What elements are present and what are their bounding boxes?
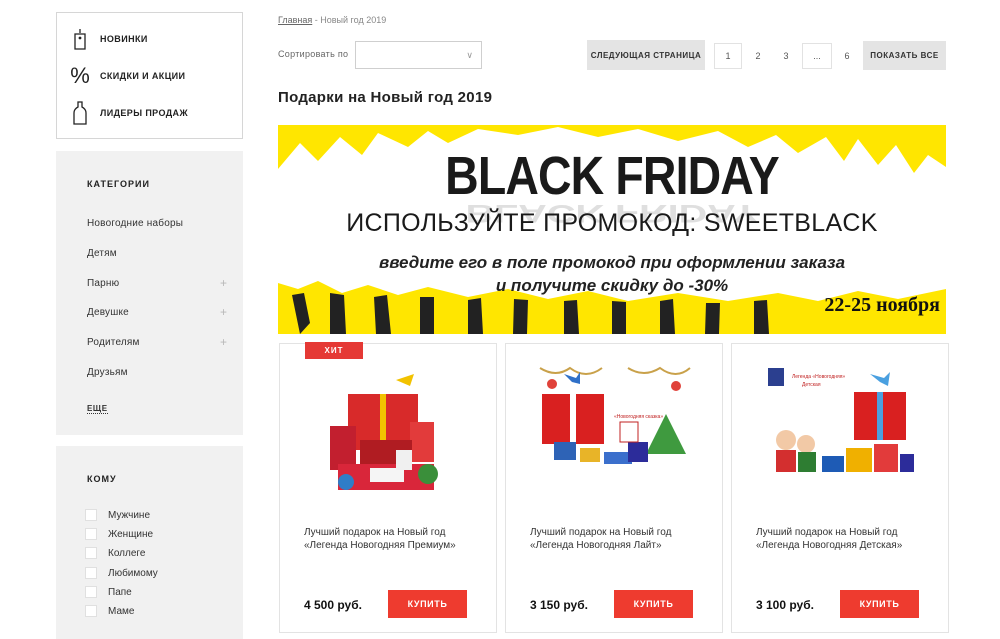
quick-link-sale[interactable]: % СКИДКИ И АКЦИИ xyxy=(69,63,186,88)
page-ellipsis[interactable]: ... xyxy=(802,43,832,69)
category-label: Новогодние наборы xyxy=(87,217,184,229)
category-label: Девушке xyxy=(87,306,129,318)
banner-title: BLACK FRIDAY xyxy=(445,146,780,206)
svg-text:Детская: Детская xyxy=(802,382,821,388)
chevron-down-icon: ∨ xyxy=(466,50,473,60)
checkbox[interactable] xyxy=(85,567,97,579)
category-item-friends[interactable]: Друзьям xyxy=(87,364,227,380)
promo-banner[interactable]: BLACK FRIDAY BLACK FRIDAY ИСПОЛЬЗУЙТЕ ПР… xyxy=(278,125,946,334)
expand-icon[interactable]: + xyxy=(220,306,227,318)
checkbox[interactable] xyxy=(85,509,97,521)
checkbox[interactable] xyxy=(85,605,97,617)
svg-text:«Новогодняя сказка»: «Новогодняя сказка» xyxy=(614,414,663,420)
quick-link-label: СКИДКИ И АКЦИИ xyxy=(100,71,186,81)
page-link-3[interactable]: 3 xyxy=(776,43,796,69)
sort-label: Сортировать по xyxy=(278,49,349,59)
category-item-boyfriend[interactable]: Парню + xyxy=(87,275,227,291)
product-card: ХИТ Лучший подарок на Новый год «Легенда… xyxy=(279,342,497,633)
category-label: Детям xyxy=(87,247,117,259)
recipient-label: Папе xyxy=(108,586,132,598)
category-item-parents[interactable]: Родителям + xyxy=(87,334,227,350)
buy-button[interactable]: КУПИТЬ xyxy=(388,590,467,618)
recipient-option[interactable]: Папе xyxy=(85,585,132,599)
quick-links-panel: НОВИНКИ % СКИДКИ И АКЦИИ ЛИДЕРЫ ПРОДАЖ xyxy=(56,12,243,139)
product-image-gift-set[interactable] xyxy=(310,364,468,509)
banner-promo-code: ИСПОЛЬЗУЙТЕ ПРОМОКОД: SWEETBLACK xyxy=(346,209,878,237)
product-image-gift-set[interactable]: Легенда «Новогодняя» Детская xyxy=(762,364,920,509)
recipient-label: Маме xyxy=(108,605,135,617)
sort-select[interactable]: ∨ xyxy=(355,41,482,69)
recipient-option[interactable]: Женщине xyxy=(85,527,153,541)
hit-badge: ХИТ xyxy=(305,342,363,359)
category-label: Друзьям xyxy=(87,366,128,378)
product-name-link[interactable]: Лучший подарок на Новый год «Легенда Нов… xyxy=(304,526,484,552)
category-item-new-year-sets[interactable]: Новогодние наборы xyxy=(87,215,227,231)
product-image-gift-set[interactable]: «Новогодняя сказка» xyxy=(536,364,694,509)
checkbox[interactable] xyxy=(85,528,97,540)
product-price: 4 500 руб. xyxy=(304,598,362,612)
category-item-kids[interactable]: Детям xyxy=(87,245,227,261)
checkbox[interactable] xyxy=(85,586,97,598)
categories-title: КАТЕГОРИИ xyxy=(87,179,150,189)
quick-link-label: ЛИДЕРЫ ПРОДАЖ xyxy=(100,108,188,118)
banner-instructions-line2: и получите скидку до -30% xyxy=(495,276,729,295)
next-page-button[interactable]: СЛЕДУЮЩАЯ СТРАНИЦА xyxy=(587,40,705,70)
breadcrumb: Главная - Новый год 2019 xyxy=(278,15,386,25)
quick-link-new[interactable]: НОВИНКИ xyxy=(69,27,148,51)
percent-icon: % xyxy=(70,63,90,88)
checkbox[interactable] xyxy=(85,547,97,559)
category-item-girlfriend[interactable]: Девушке + xyxy=(87,304,227,320)
product-card: «Новогодняя сказка» Лучший подарок на Но… xyxy=(505,343,723,633)
recipient-label: Любимому xyxy=(108,567,158,579)
quick-link-label: НОВИНКИ xyxy=(100,34,148,44)
product-name-link[interactable]: Лучший подарок на Новый год «Легенда Нов… xyxy=(756,526,936,552)
show-all-button[interactable]: ПОКАЗАТЬ ВСЕ xyxy=(863,41,946,70)
bottle-icon xyxy=(69,101,91,125)
recipient-option[interactable]: Коллеге xyxy=(85,546,145,560)
buy-button[interactable]: КУПИТЬ xyxy=(840,590,919,618)
buy-button[interactable]: КУПИТЬ xyxy=(614,590,693,618)
recipient-label: Женщине xyxy=(108,528,154,540)
product-price: 3 150 руб. xyxy=(530,598,588,612)
product-price: 3 100 руб. xyxy=(756,598,814,612)
recipient-label: Коллеге xyxy=(108,547,146,559)
product-card: Легенда «Новогодняя» Детская Лучший пода… xyxy=(731,343,949,633)
banner-instructions-line1: введите его в поле промокод при оформлен… xyxy=(378,253,846,272)
recipient-option[interactable]: Мужчине xyxy=(85,508,150,522)
expand-icon[interactable]: + xyxy=(220,336,227,348)
categories-panel: КАТЕГОРИИ Новогодние наборы Детям Парню … xyxy=(56,151,243,435)
banner-dates: 22-25 ноября xyxy=(824,294,940,316)
product-name-link[interactable]: Лучший подарок на Новый год «Легенда Нов… xyxy=(530,526,710,552)
category-label: Родителям xyxy=(87,336,140,348)
expand-icon[interactable]: + xyxy=(220,277,227,289)
page-title: Подарки на Новый год 2019 xyxy=(278,89,493,106)
categories-more-link[interactable]: ЕЩЕ xyxy=(87,404,108,414)
recipient-filter-title: КОМУ xyxy=(87,474,117,484)
breadcrumb-current: Новый год 2019 xyxy=(320,15,387,25)
recipient-option[interactable]: Любимому xyxy=(85,566,158,580)
page-link-6[interactable]: 6 xyxy=(837,43,857,69)
page-link-1[interactable]: 1 xyxy=(714,43,742,69)
breadcrumb-home-link[interactable]: Главная xyxy=(278,15,312,25)
svg-text:Легенда «Новогодняя»: Легенда «Новогодняя» xyxy=(792,374,845,380)
category-label: Парню xyxy=(87,277,120,289)
tag-icon xyxy=(69,27,91,51)
quick-link-bestsellers[interactable]: ЛИДЕРЫ ПРОДАЖ xyxy=(69,101,188,125)
recipient-filter-panel: КОМУ Мужчине Женщине Коллеге Любимому Па… xyxy=(56,446,243,639)
recipient-option[interactable]: Маме xyxy=(85,604,134,618)
page-link-2[interactable]: 2 xyxy=(748,43,768,69)
recipient-label: Мужчине xyxy=(108,509,151,521)
